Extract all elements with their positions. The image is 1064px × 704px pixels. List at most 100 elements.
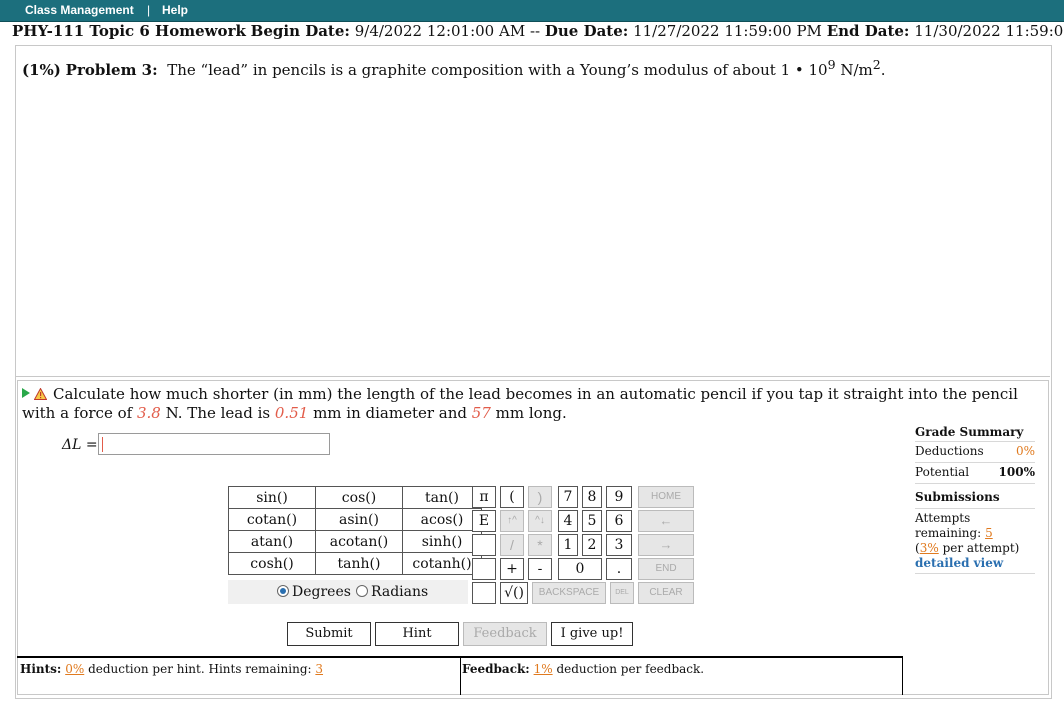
tan-button[interactable]: tan(): [402, 486, 482, 509]
feedback-text: deduction per feedback.: [556, 662, 705, 676]
right-arrow-key[interactable]: →: [638, 534, 694, 556]
date-dash: --: [529, 22, 541, 40]
degrees-radio[interactable]: [277, 585, 289, 597]
home-key[interactable]: HOME: [638, 486, 694, 508]
problem-text: The “lead” in pencils is a graphite comp…: [167, 61, 828, 79]
left-arrow-key[interactable]: ←: [638, 510, 694, 532]
question-part4: mm long.: [495, 404, 567, 422]
blank-key-2: [472, 558, 496, 580]
key-6[interactable]: 6: [606, 510, 632, 532]
given-force: 3.8: [136, 404, 161, 422]
top-nav-bar: Class Management | Help: [0, 0, 1064, 22]
problem-unit-exponent: 2: [872, 57, 881, 72]
pi-key[interactable]: π: [472, 486, 496, 508]
hint-button[interactable]: Hint: [375, 622, 459, 646]
give-up-button[interactable]: I give up!: [551, 622, 633, 646]
radians-option[interactable]: Radians: [356, 584, 428, 600]
cotanh-button[interactable]: cotanh(): [402, 552, 482, 575]
atan-button[interactable]: atan(): [228, 530, 316, 553]
problem-weight: (1%): [22, 61, 61, 79]
hints-panel: Hints: 0% deduction per hint. Hints rema…: [17, 656, 461, 695]
multiply-key[interactable]: *: [528, 534, 552, 556]
class-management-link[interactable]: Class Management: [25, 3, 134, 17]
degrees-option[interactable]: Degrees: [277, 584, 351, 600]
problem-statement: (1%) Problem 3: The “lead” in pencils is…: [22, 57, 885, 79]
attempts-label: Attempts remaining:: [915, 511, 982, 540]
key-1[interactable]: 1: [558, 534, 578, 556]
feedback-panel: Feedback: 1% deduction per feedback.: [461, 656, 903, 695]
sqrt-key[interactable]: √(): [500, 582, 528, 604]
key-0[interactable]: 0: [558, 558, 602, 580]
blank-key: [472, 534, 496, 556]
close-paren-key[interactable]: ): [528, 486, 552, 508]
problem-end: .: [880, 61, 886, 79]
potential-label: Potential: [915, 465, 970, 479]
feedback-label: Feedback:: [462, 662, 530, 676]
due-date-label: Due Date:: [544, 22, 629, 40]
key-8[interactable]: 8: [582, 486, 602, 508]
question-part2: N. The lead is: [165, 404, 271, 422]
course-title: PHY-111 Topic 6 Homework: [12, 22, 246, 40]
end-key[interactable]: END: [638, 558, 694, 580]
deductions-label: Deductions: [915, 444, 984, 458]
answer-input[interactable]: [98, 433, 330, 455]
help-link[interactable]: Help: [162, 3, 188, 17]
end-date-label: End Date:: [826, 22, 910, 40]
power-key[interactable]: ^↓: [528, 510, 552, 532]
cosh-button[interactable]: cosh(): [228, 552, 316, 575]
problem-exponent: 9: [827, 57, 836, 72]
divide-key[interactable]: /: [500, 534, 524, 556]
acos-button[interactable]: acos(): [402, 508, 482, 531]
question-text: Calculate how much shorter (in mm) the l…: [22, 385, 1044, 423]
key-2[interactable]: 2: [582, 534, 602, 556]
sin-button[interactable]: sin(): [228, 486, 316, 509]
warning-icon: [34, 388, 47, 400]
asin-button[interactable]: asin(): [315, 508, 403, 531]
given-length: 57: [471, 404, 491, 422]
potential-value: 100%: [998, 465, 1035, 479]
begin-date-label: Begin Date:: [250, 22, 350, 40]
acotan-button[interactable]: acotan(): [315, 530, 403, 553]
key-7[interactable]: 7: [558, 486, 578, 508]
text-cursor: [102, 437, 103, 452]
tanh-button[interactable]: tanh(): [315, 552, 403, 575]
angle-mode-row: Degrees Radians: [228, 580, 468, 604]
begin-date: 9/4/2022 12:01:00 AM: [354, 22, 526, 40]
per-attempt-text: per attempt): [942, 541, 1020, 555]
feedback-button[interactable]: Feedback: [463, 622, 547, 646]
given-diameter: 0.51: [274, 404, 309, 422]
e-key[interactable]: E: [472, 510, 496, 532]
question-part3: mm in diameter and: [313, 404, 468, 422]
key-9[interactable]: 9: [606, 486, 632, 508]
backspace-key[interactable]: BACKSPACE: [532, 582, 606, 604]
delete-key[interactable]: DEL: [610, 582, 634, 604]
assignment-header: PHY-111 Topic 6 Homework Begin Date: 9/4…: [12, 22, 1064, 40]
function-keypad: sin() cos() tan() cotan() asin() acos() …: [228, 486, 482, 575]
plus-key[interactable]: +: [500, 558, 524, 580]
problem-unit: N/m: [835, 61, 873, 79]
key-5[interactable]: 5: [582, 510, 602, 532]
grade-summary-title: Grade Summary: [915, 425, 1024, 439]
minus-key[interactable]: -: [528, 558, 552, 580]
sinh-button[interactable]: sinh(): [402, 530, 482, 553]
nav-separator: |: [147, 3, 151, 17]
cos-button[interactable]: cos(): [315, 486, 403, 509]
degrees-label: Degrees: [292, 584, 351, 600]
radians-radio[interactable]: [356, 585, 368, 597]
hint-deduction: 0%: [65, 662, 85, 676]
key-4[interactable]: 4: [558, 510, 578, 532]
play-arrow-icon[interactable]: [22, 388, 30, 398]
open-paren-key[interactable]: (: [500, 486, 524, 508]
cotan-button[interactable]: cotan(): [228, 508, 316, 531]
submit-button[interactable]: Submit: [287, 622, 371, 646]
hints-remaining: 3: [315, 662, 324, 676]
detailed-view-link[interactable]: detailed view: [915, 556, 1035, 571]
decimal-key[interactable]: .: [606, 558, 632, 580]
key-3[interactable]: 3: [606, 534, 632, 556]
up-caret-key[interactable]: ↑^: [500, 510, 524, 532]
section-divider: [15, 376, 1050, 377]
deductions-value: 0%: [1015, 444, 1035, 458]
per-attempt-deduction: 3%: [919, 541, 939, 555]
clear-key[interactable]: CLEAR: [638, 582, 694, 604]
blank-key-3: [472, 582, 496, 604]
